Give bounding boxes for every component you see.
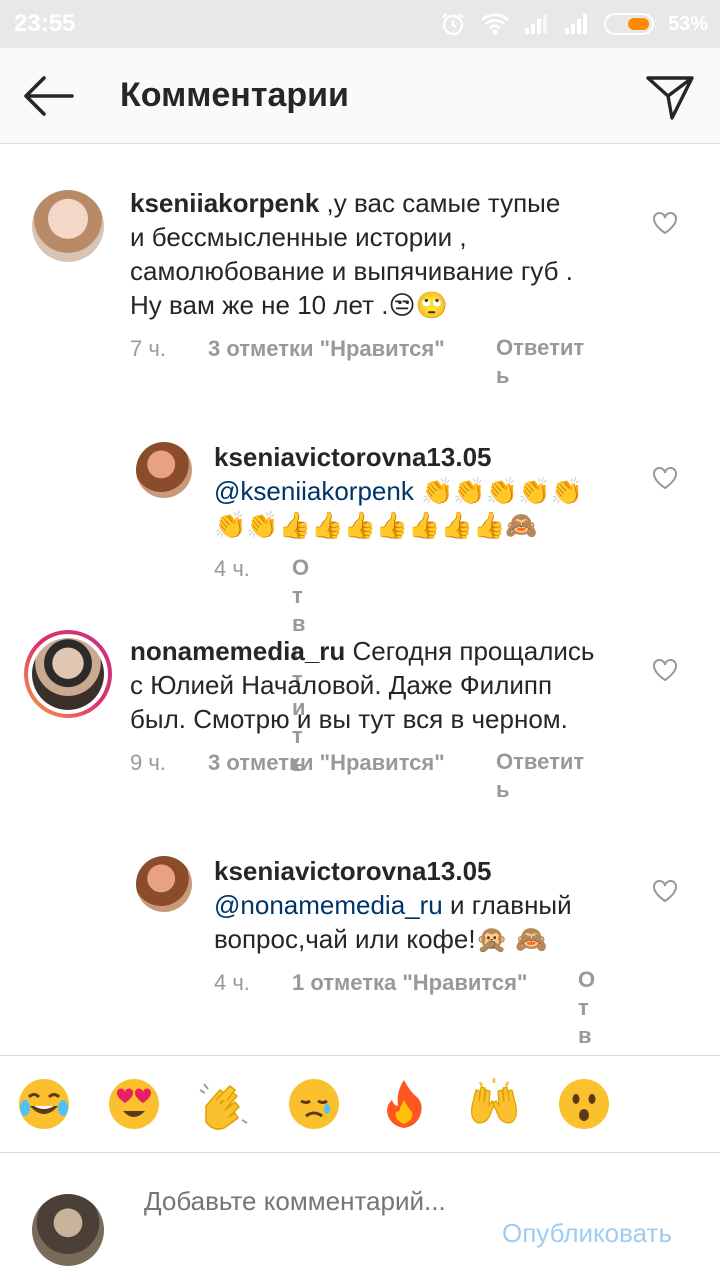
status-time: 23:55 [14, 10, 76, 37]
reply-button[interactable]: Ответить [496, 334, 592, 390]
quick-emoji-bar [0, 1055, 720, 1153]
comment-time: 7 ч. [130, 336, 166, 361]
comment-input[interactable] [144, 1184, 484, 1252]
mention-link[interactable]: @kseniiakorpenk [214, 476, 414, 506]
avatar[interactable] [136, 442, 192, 498]
battery-percent: 53% [667, 12, 708, 35]
likes-count[interactable]: 1 отметка "Нравится" [292, 970, 527, 996]
heart-icon[interactable] [652, 466, 678, 490]
tears-of-joy-emoji-icon[interactable] [16, 1076, 72, 1132]
comment-username[interactable]: kseniavictorovna13.05 [214, 442, 492, 472]
heart-icon[interactable] [652, 211, 678, 235]
comment-text: nonamemedia_ru Сегодня прощались с Юлией… [130, 636, 595, 734]
fire-emoji-icon[interactable] [376, 1076, 432, 1132]
heart-icon[interactable] [652, 879, 678, 903]
avatar[interactable] [32, 190, 104, 262]
likes-count[interactable]: 3 отметки "Нравится" [208, 336, 445, 362]
avatar[interactable] [136, 856, 192, 912]
signal-icon-2 [564, 14, 587, 34]
comment-composer: Опубликовать [0, 1154, 720, 1280]
comment-time: 4 ч. [214, 970, 250, 995]
wifi-icon [481, 13, 509, 35]
raising-hands-emoji-icon[interactable] [466, 1076, 522, 1132]
comment-username[interactable]: kseniiakorpenk [130, 188, 319, 218]
alarm-icon [442, 13, 464, 36]
mention-link[interactable]: @nonamemedia_ru [214, 890, 443, 920]
surprised-face-emoji-icon[interactable] [556, 1076, 612, 1132]
clapping-hands-emoji-icon[interactable] [196, 1076, 252, 1132]
comment-time: 4 ч. [214, 556, 250, 581]
publish-button[interactable]: Опубликовать [502, 1218, 672, 1249]
reply-clip: Ответить [576, 966, 600, 1052]
heart-icon[interactable] [652, 658, 678, 682]
battery-icon [603, 13, 654, 35]
top-bar: Комментарии [0, 48, 720, 144]
signal-icon [524, 14, 547, 34]
comment-username[interactable]: nonamemedia_ru [130, 636, 345, 666]
heart-eyes-emoji-icon[interactable] [106, 1076, 162, 1132]
avatar [32, 1194, 104, 1266]
status-icons: 53% [440, 11, 708, 37]
comment-username[interactable]: kseniavictorovna13.05 [214, 856, 492, 886]
crying-face-emoji-icon[interactable] [286, 1076, 342, 1132]
avatar[interactable] [32, 638, 104, 710]
page-title: Комментарии [120, 76, 349, 114]
comment-time: 9 ч. [130, 750, 166, 775]
likes-count[interactable]: 3 отметки "Нравится" [208, 750, 445, 776]
status-bar: 23:55 53% [0, 0, 720, 48]
comment-text: kseniavictorovna13.05 @kseniiakorpenk 👏👏… [214, 442, 583, 540]
reply-button[interactable]: Ответить [578, 966, 596, 1052]
reply-button[interactable]: Ответить [496, 748, 592, 804]
back-arrow-icon[interactable] [22, 74, 74, 118]
comment-text: kseniavictorovna13.05 @nonamemedia_ru и … [214, 856, 572, 954]
comment-text: kseniiakorpenk ,у вас самые тупые и бесс… [130, 188, 573, 320]
send-icon[interactable] [644, 72, 696, 122]
